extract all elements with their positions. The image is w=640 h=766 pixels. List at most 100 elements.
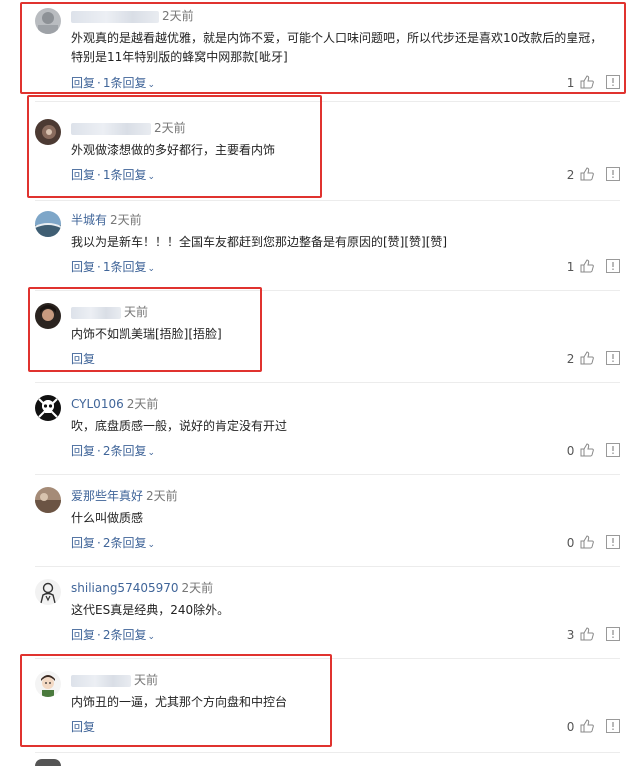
avatar[interactable] (35, 759, 61, 766)
avatar[interactable] (35, 579, 61, 605)
reply-link[interactable]: 回复 (71, 76, 95, 90)
reply-link[interactable]: 回复 (71, 168, 95, 182)
chevron-down-icon[interactable]: ⌄ (147, 540, 155, 550)
reply-link[interactable]: 回复 (71, 536, 95, 550)
comment-meta: CYL0106 2天前 (71, 396, 158, 412)
comment-right: 0 (567, 719, 620, 735)
chevron-down-icon[interactable]: ⌄ (147, 264, 155, 274)
avatar[interactable] (35, 8, 61, 34)
comment-right: 1 (567, 75, 620, 91)
report-icon[interactable] (606, 535, 620, 549)
comment-time: 2天前 (126, 397, 159, 411)
comment-text: 内饰丑的一逼，尤其那个方向盘和中控台 (71, 695, 288, 709)
comment-meta: 2天前 (71, 8, 194, 24)
report-icon[interactable] (606, 627, 620, 641)
comment-meta: 2天前 (71, 120, 186, 136)
comment-actions: 回复 · 2条回复⌄ (71, 628, 156, 642)
blurred-username (71, 10, 159, 23)
comment-time: 2天前 (154, 121, 186, 135)
reply-link[interactable]: 回复 (71, 260, 95, 274)
like-count: 3 (566, 628, 575, 642)
comment-meta: 半城有 2天前 (71, 212, 142, 228)
username[interactable]: 半城有 (71, 213, 107, 227)
like-count: 2 (566, 352, 575, 366)
like-count: 1 (566, 76, 575, 90)
comment-actions: 回复 (71, 351, 95, 367)
chevron-down-icon[interactable]: ⌄ (147, 448, 155, 458)
report-icon[interactable] (606, 167, 620, 181)
username[interactable]: 爱那些年真好 (71, 489, 143, 503)
username[interactable]: shiliang57405970 (71, 581, 179, 595)
comment-right: 2 (567, 167, 620, 183)
comment-right: 3 (567, 627, 620, 643)
like-count: 0 (566, 444, 575, 458)
chevron-down-icon[interactable]: ⌄ (147, 632, 155, 642)
view-replies-link[interactable]: 1条回复 (103, 76, 147, 90)
view-replies-link[interactable]: 2条回复 (103, 628, 147, 642)
divider (35, 474, 620, 475)
thumbs-up-icon[interactable] (580, 167, 595, 181)
avatar[interactable] (35, 119, 61, 145)
avatar[interactable] (35, 395, 61, 421)
thumbs-up-icon[interactable] (580, 443, 595, 457)
comment-meta: shiliang57405970 2天前 (71, 580, 213, 596)
blurred-username (71, 674, 131, 687)
avatar[interactable] (35, 303, 61, 329)
comment-time: 天前 (124, 305, 149, 319)
avatar[interactable] (35, 211, 61, 237)
avatar[interactable] (35, 487, 61, 513)
comment-actions: 回复 · 2条回复⌄ (71, 444, 156, 458)
comment-meta: 天前 (71, 304, 148, 320)
comment-meta: 天前 (71, 672, 158, 688)
report-icon[interactable] (606, 75, 620, 89)
comment-time: 天前 (134, 673, 159, 687)
like-count: 1 (566, 260, 575, 274)
view-replies-link[interactable]: 1条回复 (103, 168, 147, 182)
chevron-down-icon[interactable]: ⌄ (147, 172, 155, 182)
reply-link[interactable]: 回复 (71, 444, 95, 458)
comment-meta: 爱那些年真好 2天前 (71, 488, 178, 504)
comment-time: 2天前 (162, 9, 194, 23)
thumbs-up-icon[interactable] (580, 75, 595, 89)
reply-link[interactable]: 回复 (71, 628, 95, 642)
like-count: 2 (566, 168, 575, 182)
comment-right: 0 (567, 443, 620, 459)
view-replies-link[interactable]: 2条回复 (103, 536, 147, 550)
divider (35, 101, 620, 102)
view-replies-link[interactable]: 1条回复 (103, 260, 147, 274)
chevron-down-icon[interactable]: ⌄ (147, 80, 155, 90)
like-count: 0 (566, 536, 575, 550)
comment-right: 1 (567, 259, 620, 275)
blurred-username (71, 122, 151, 135)
comment-time: 2天前 (146, 489, 178, 503)
comment-text: 什么叫做质感 (71, 511, 144, 525)
comment-actions: 回复 · 1条回复⌄ (71, 168, 156, 182)
comment-text: 这代ES真是经典，240除外。 (71, 603, 230, 617)
blurred-username (71, 306, 121, 319)
comment-text: 我以为是新车！！！全国车友都赶到您那边整备是有原因的[赞][赞][赞] (71, 235, 448, 249)
divider (35, 382, 620, 383)
divider (35, 200, 620, 201)
thumbs-up-icon[interactable] (580, 535, 595, 549)
comment-text: 吹，底盘质感一般，说好的肯定没有开过 (71, 419, 288, 433)
comment-actions: 回复 (71, 719, 95, 735)
thumbs-up-icon[interactable] (580, 627, 595, 641)
report-icon[interactable] (606, 719, 620, 733)
username[interactable]: CYL0106 (71, 397, 124, 411)
comment-actions: 回复 · 1条回复⌄ (71, 76, 156, 90)
report-icon[interactable] (606, 351, 620, 365)
thumbs-up-icon[interactable] (580, 259, 595, 273)
report-icon[interactable] (606, 443, 620, 457)
avatar[interactable] (35, 671, 61, 697)
reply-link[interactable]: 回复 (71, 352, 95, 366)
comment-text: 外观做漆想做的多好都行，主要看内饰 (71, 143, 276, 157)
report-icon[interactable] (606, 259, 620, 273)
like-count: 0 (566, 720, 575, 734)
thumbs-up-icon[interactable] (580, 351, 595, 365)
comment-actions: 回复 · 2条回复⌄ (71, 536, 156, 550)
comment-actions: 回复 · 1条回复⌄ (71, 260, 156, 274)
view-replies-link[interactable]: 2条回复 (103, 444, 147, 458)
comment-text: 外观真的是越看越优雅，就是内饰不爱，可能个人口味问题吧，所以代步还是喜欢10改款… (71, 31, 603, 64)
thumbs-up-icon[interactable] (580, 719, 595, 733)
reply-link[interactable]: 回复 (71, 720, 95, 734)
